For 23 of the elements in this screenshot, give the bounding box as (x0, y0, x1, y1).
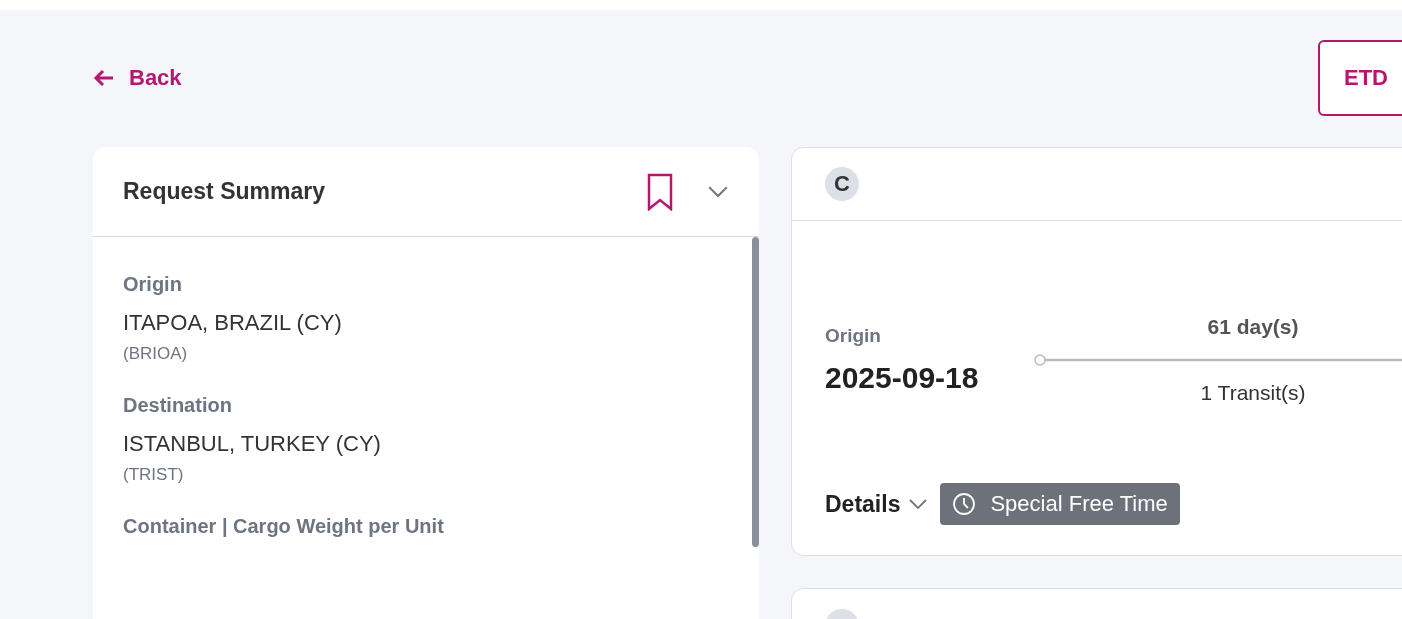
scrollbar-thumb[interactable] (752, 237, 759, 547)
left-arrow-icon (93, 69, 115, 87)
location-code: (BRIOA) (123, 344, 189, 364)
field-value: ISTANBUL, TURKEY (CY) (123, 431, 382, 457)
field-value: ITAPOA, BRAZIL (CY) (123, 310, 343, 336)
bookmark-icon[interactable] (647, 172, 673, 211)
origin-label: Origin (825, 325, 882, 347)
transit-duration: 61 day(s) (1207, 315, 1299, 339)
location-code: (TRIST) (123, 465, 185, 485)
etd-button[interactable]: ETD (1318, 40, 1402, 116)
carrier-avatar: C (825, 167, 859, 201)
details-toggle[interactable]: Details (825, 490, 929, 518)
field-label: Container | Cargo Weight per Unit (123, 515, 445, 538)
clock-icon (952, 492, 977, 516)
transit-count: 1 Transit(s) (1200, 381, 1306, 405)
chevron-down-icon (707, 184, 729, 199)
field-label: Origin (123, 273, 183, 296)
free-time-tag: Special Free Time (940, 483, 1180, 525)
field-label: Destination (123, 394, 233, 417)
back-link[interactable]: Back (93, 65, 182, 91)
chevron-down-icon (908, 498, 929, 510)
panel-title: Request Summary (123, 178, 326, 205)
origin-date: 2025-09-18 (825, 361, 980, 395)
